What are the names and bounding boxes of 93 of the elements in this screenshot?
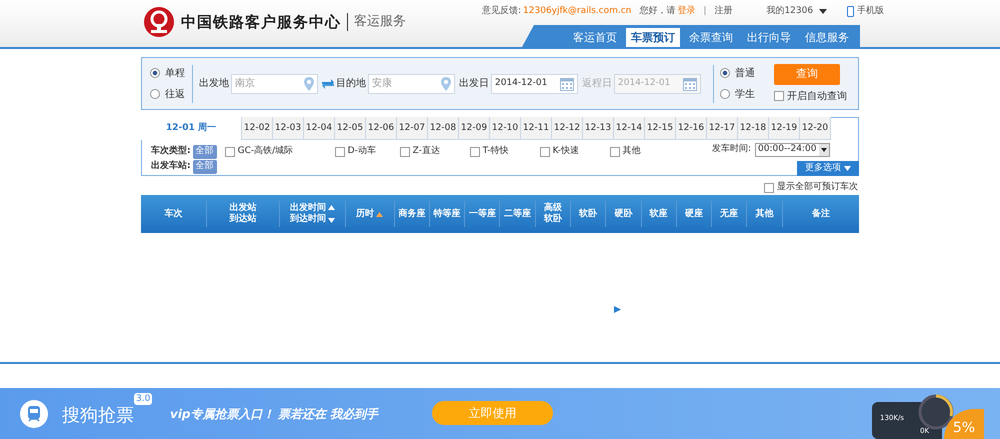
show-all-label: 显示全部可预订车次 [777,181,858,194]
date-tab[interactable]: 12-04 [304,117,335,140]
column-header: 一等座 [468,208,496,220]
radio-button[interactable] [720,68,730,78]
passenger-type-label: 学生 [735,88,755,102]
location-pin-icon [304,76,314,90]
column-header: 备注 [812,208,830,220]
radio-button[interactable] [150,68,160,78]
passenger-type-label: 普通 [735,66,755,80]
version-badge: 3.0 [134,393,152,405]
trip-type-label: 单程 [165,66,185,80]
more-options-button[interactable]: 更多选项 [797,161,859,176]
date-tab[interactable]: 12-10 [490,117,521,140]
departure-time-select[interactable]: 00:00--24:00 [755,143,830,157]
column-header: 硬卧 [614,208,632,220]
date-tab[interactable]: 12-05 [335,117,366,140]
nav-tab[interactable]: 车票预订 [626,28,680,47]
sort-arrows-icon[interactable] [328,205,335,223]
column-header: 软座 [650,208,668,220]
departure-time-label: 发车时间: [712,143,752,156]
date-tab[interactable]: 12-19 [769,117,800,140]
column-header: 车次 [164,208,182,220]
column-header: 出发站 到达站 [229,203,256,225]
station-label: 出发车站: [151,160,191,173]
train-type-option: K-快速 [552,145,579,158]
depart-date-field[interactable]: 2014-12-01 [491,74,578,94]
train-type-option: T-特快 [482,145,509,158]
app-name: 搜狗抢票 [62,404,134,428]
column-header: 出发时间 到达时间 [290,203,326,225]
play-triangle-icon [614,306,621,313]
date-tab[interactable]: 12-14 [614,117,645,140]
checkbox[interactable] [764,182,774,193]
date-tab[interactable]: 12-01 周一 [141,117,242,140]
column-header: 特等座 [434,208,461,220]
my-account-link[interactable]: 我的12306 [766,5,814,18]
date-tab[interactable]: 12-12 [552,117,583,140]
return-date-label: 返程日 [582,76,612,91]
column-header: 商务座 [398,208,426,220]
date-tab[interactable]: 12-11 [521,117,552,140]
date-tab[interactable]: 12-06 [366,117,397,140]
sort-up-icon[interactable] [376,212,384,216]
caret-icon[interactable] [819,9,828,14]
date-tab[interactable]: 12-07 [397,117,428,140]
register-link[interactable]: 注册 [714,5,732,18]
nav-tab[interactable]: 客运首页 [568,28,622,47]
slogan-text: 票若还在 我必到手 [278,406,378,423]
greeting-text: 您好，请 [639,5,676,18]
nav-tab[interactable]: 出行向导 [742,28,796,47]
train-type-option: 其他 [622,145,641,158]
date-tab[interactable]: 12-15 [645,117,676,140]
from-label: 出发地 [199,76,229,91]
location-pin-icon [441,76,451,90]
column-header: 高级 软卧 [544,203,562,225]
caret-icon [844,166,851,171]
separator-text: | [703,5,706,18]
column-header: 历时 [356,208,374,220]
trip-type-label: 往返 [165,88,185,102]
train-type-option: D-动车 [348,145,376,158]
swap-arrows-icon[interactable] [322,78,334,88]
depart-date-label: 出发日 [459,76,489,91]
mobile-phone-icon [847,6,854,18]
train-icon [20,400,48,428]
radio-button[interactable] [150,89,160,99]
column-header: 无座 [720,208,738,220]
date-tab[interactable]: 12-20 [800,117,831,140]
site-subtitle: 客运服务 [354,13,406,32]
nav-tab[interactable]: 信息服务 [800,28,854,47]
train-type-option: GC-高铁/城际 [238,145,294,158]
train-type-option: Z-直达 [412,145,440,158]
nav-tab[interactable]: 余票查询 [684,28,738,47]
date-tab[interactable]: 12-09 [459,117,490,140]
date-tab[interactable]: 12-16 [676,117,707,140]
column-header: 硬座 [684,208,703,220]
checkbox[interactable] [774,91,784,101]
railway-logo-icon [143,6,175,38]
date-tab[interactable]: 12-08 [428,117,459,140]
feedback-label: 意见反馈: [482,5,522,18]
date-tab[interactable]: 12-03 [273,117,304,140]
date-tab[interactable]: 12-13 [583,117,614,140]
column-header: 软卧 [579,208,598,220]
column-header: 其他 [755,208,774,220]
mobile-version-link[interactable]: 手机版 [857,5,884,18]
radio-button[interactable] [720,89,730,99]
slogan-text: vip专属抢票入口！ [170,406,275,423]
calendar-icon[interactable] [560,76,574,90]
auto-query-label: 开启自动查询 [787,90,847,104]
site-title: 中国铁路客户服务中心 [181,12,341,33]
date-tab[interactable]: 12-02 [242,117,273,140]
date-tab[interactable]: 12-18 [738,117,769,140]
to-label: 目的地 [336,76,366,91]
date-tab[interactable]: 12-17 [707,117,738,140]
train-type-label: 车次类型: [151,145,191,158]
column-header: 二等座 [504,208,532,220]
